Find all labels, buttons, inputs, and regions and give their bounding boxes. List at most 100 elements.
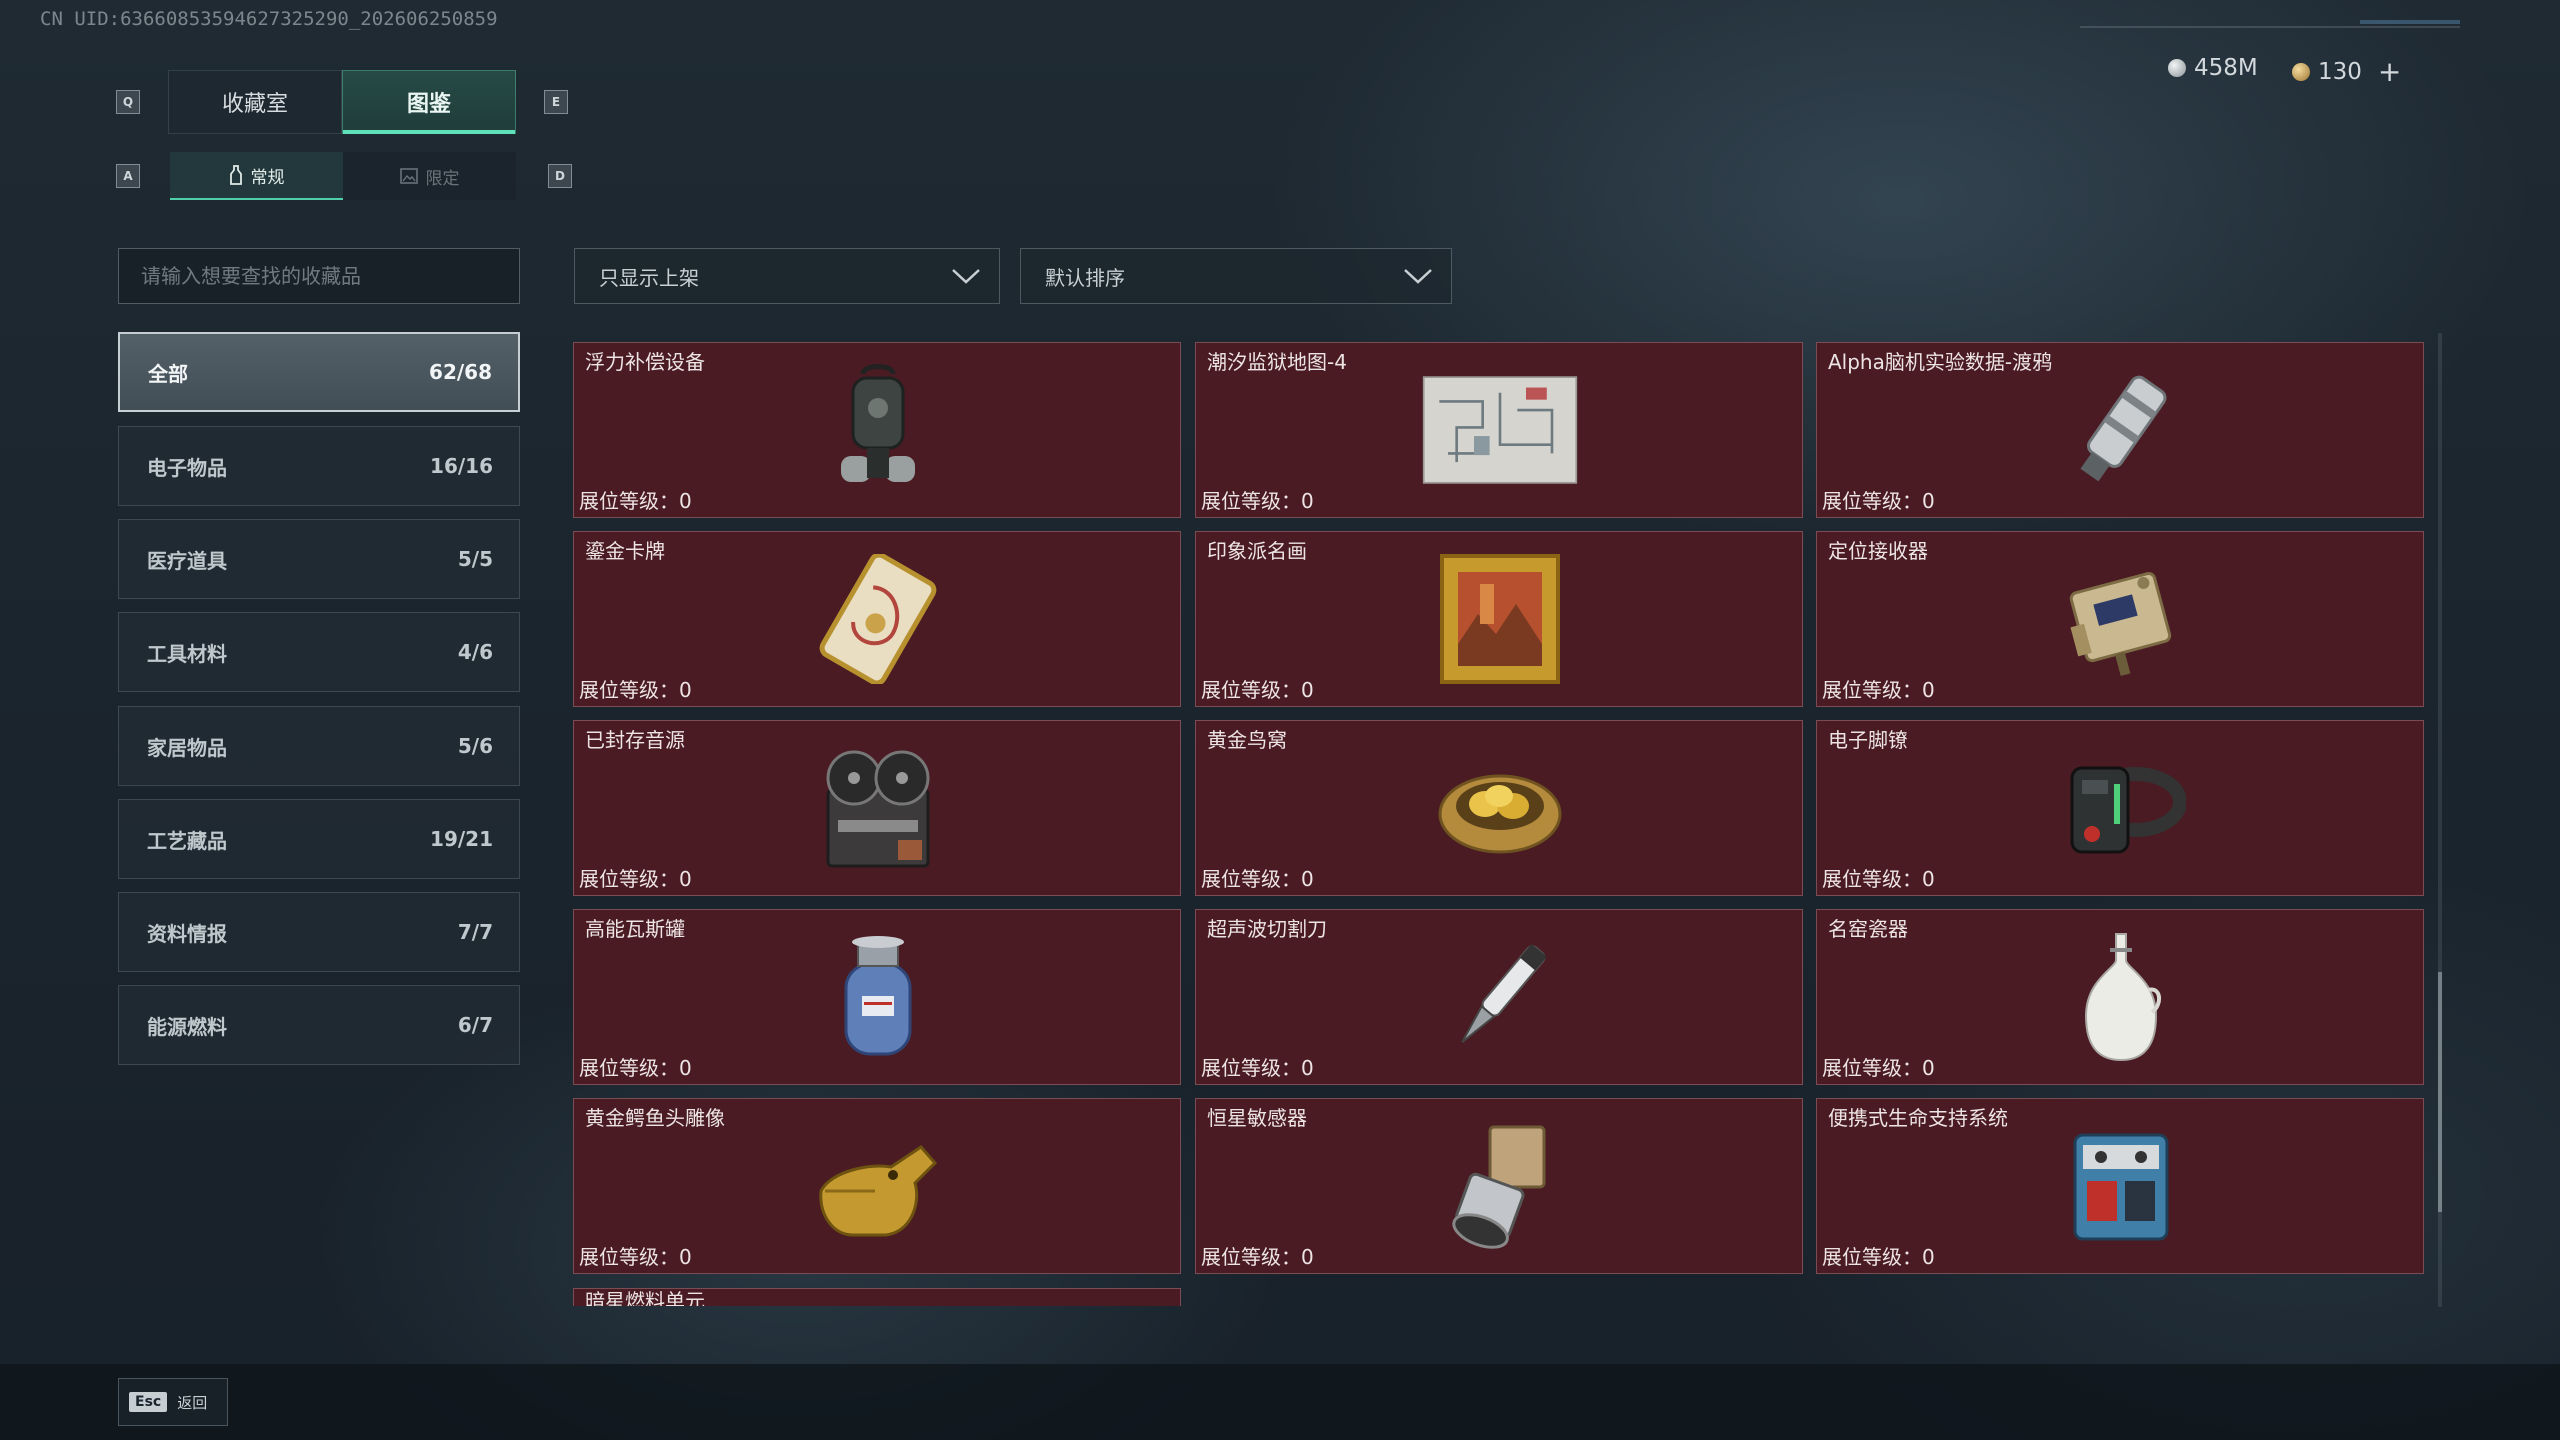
item-card[interactable]: 浮力补偿设备 展位等级：0	[573, 342, 1181, 518]
item-card[interactable]: 鎏金卡牌 展位等级：0	[573, 531, 1181, 707]
category-energy[interactable]: 能源燃料 6/7	[118, 985, 520, 1065]
item-level: 展位等级：0	[579, 489, 692, 513]
item-card[interactable]: 恒星敏感器 展位等级：0	[1195, 1098, 1803, 1274]
category-label: 工具材料	[147, 641, 227, 666]
image-icon	[399, 168, 418, 184]
category-label: 工艺藏品	[147, 828, 227, 853]
category-count: 7/7	[457, 920, 493, 944]
subtab-limited[interactable]: 限定	[343, 152, 516, 200]
hotkey-q: Q	[116, 90, 140, 114]
item-name: 暗星燃料单元	[585, 1289, 705, 1306]
item-level: 展位等级：0	[1822, 678, 1935, 702]
category-household[interactable]: 家居物品 5/6	[118, 706, 520, 786]
item-card[interactable]: 名窑瓷器 展位等级：0	[1816, 909, 2424, 1085]
category-crafts[interactable]: 工艺藏品 19/21	[118, 799, 520, 879]
item-level: 展位等级：0	[1201, 867, 1314, 891]
silver-coin-icon	[2168, 59, 2186, 77]
category-all[interactable]: 全部 62/68	[118, 332, 520, 412]
item-card[interactable]: 便携式生命支持系统 展位等级：0	[1816, 1098, 2424, 1274]
chevron-down-icon	[952, 269, 980, 284]
category-medical[interactable]: 医疗道具 5/5	[118, 519, 520, 599]
sort-dropdown[interactable]: 默认排序	[1020, 248, 1452, 304]
category-count: 62/68	[429, 360, 492, 384]
item-name: 黄金鳄鱼头雕像	[585, 1106, 725, 1130]
item-card[interactable]: 暗星燃料单元	[573, 1288, 1181, 1306]
scrollbar-thumb[interactable]	[2438, 972, 2442, 1212]
subtab-label: 限定	[425, 168, 460, 189]
item-name: 印象派名画	[1207, 539, 1307, 563]
gold-currency: 130 +	[2292, 55, 2401, 88]
category-count: 5/5	[457, 547, 493, 571]
item-name: 高能瓦斯罐	[585, 917, 685, 941]
item-card[interactable]: 定位接收器 展位等级：0	[1816, 531, 2424, 707]
hotkey-e: E	[544, 90, 568, 114]
golden-nest-icon	[1422, 733, 1578, 883]
item-card[interactable]: 黄金鸟窝 展位等级：0	[1195, 720, 1803, 896]
search-input[interactable]	[118, 248, 520, 304]
painting-icon	[1422, 544, 1578, 694]
reel-recorder-icon	[800, 733, 956, 883]
category-electronics[interactable]: 电子物品 16/16	[118, 426, 520, 506]
gilded-card-icon	[800, 544, 956, 694]
item-name: Alpha脑机实验数据-渡鸦	[1828, 350, 2053, 374]
subtab-regular[interactable]: 常规	[170, 152, 343, 200]
item-level: 展位等级：0	[1201, 1245, 1314, 1269]
item-card[interactable]: 高能瓦斯罐 展位等级：0	[573, 909, 1181, 1085]
item-name: 定位接收器	[1828, 539, 1928, 563]
chevron-down-icon	[1404, 269, 1432, 284]
item-level: 展位等级：0	[1822, 1056, 1935, 1080]
ankle-monitor-icon	[2043, 733, 2199, 883]
category-tools[interactable]: 工具材料 4/6	[118, 612, 520, 692]
gold-coin-icon	[2292, 62, 2310, 81]
gas-tank-icon	[800, 922, 956, 1072]
tab-catalog[interactable]: 图鉴	[342, 70, 516, 134]
item-level: 展位等级：0	[579, 678, 692, 702]
category-count: 16/16	[430, 454, 493, 478]
category-label: 全部	[148, 361, 188, 386]
item-card[interactable]: Alpha脑机实验数据-渡鸦 展位等级：0	[1816, 342, 2424, 518]
sub-tabs: 常规 限定	[170, 152, 516, 200]
item-name: 鎏金卡牌	[585, 539, 665, 563]
subtab-label: 常规	[250, 167, 285, 188]
back-label: 返回	[177, 1393, 208, 1412]
tab-collection-room[interactable]: 收藏室	[168, 70, 342, 134]
top-divider	[2080, 26, 2460, 28]
item-card[interactable]: 电子脚镣 展位等级：0	[1816, 720, 2424, 896]
item-level: 展位等级：0	[1201, 489, 1314, 513]
item-level: 展位等级：0	[1822, 489, 1935, 513]
item-level: 展位等级：0	[1822, 867, 1935, 891]
receiver-icon	[2043, 544, 2199, 694]
add-currency-icon[interactable]: +	[2378, 55, 2401, 88]
silver-currency: 458M	[2168, 55, 2258, 81]
bottom-bar	[0, 1364, 2560, 1440]
item-level: 展位等级：0	[1201, 1056, 1314, 1080]
tab-label: 图鉴	[406, 92, 451, 117]
item-card-partial-clip: 暗星燃料单元	[573, 1288, 1181, 1306]
item-card[interactable]: 潮汐监狱地图-4 展位等级：0	[1195, 342, 1803, 518]
item-card[interactable]: 黄金鳄鱼头雕像 展位等级：0	[573, 1098, 1181, 1274]
item-name: 黄金鸟窝	[1207, 728, 1287, 752]
category-intel[interactable]: 资料情报 7/7	[118, 892, 520, 972]
display-filter-dropdown[interactable]: 只显示上架	[574, 248, 1000, 304]
category-label: 家居物品	[147, 735, 227, 760]
item-name: 已封存音源	[585, 728, 685, 752]
dropdown-value: 默认排序	[1045, 265, 1125, 290]
category-count: 19/21	[430, 827, 493, 851]
item-card[interactable]: 已封存音源 展位等级：0	[573, 720, 1181, 896]
silver-amount: 458M	[2194, 55, 2258, 81]
item-level: 展位等级：0	[1822, 1245, 1935, 1269]
item-name: 潮汐监狱地图-4	[1207, 350, 1347, 374]
porcelain-vase-icon	[2043, 922, 2199, 1072]
category-label: 资料情报	[147, 921, 227, 946]
bottle-icon	[229, 165, 242, 185]
buoyancy-device-icon	[800, 355, 956, 505]
item-level: 展位等级：0	[1201, 678, 1314, 702]
back-button[interactable]: Esc 返回	[118, 1378, 228, 1426]
category-label: 电子物品	[147, 455, 227, 480]
item-name: 电子脚镣	[1828, 728, 1908, 752]
category-count: 5/6	[457, 734, 493, 758]
hotkey-d: D	[548, 164, 572, 188]
category-count: 4/6	[457, 640, 493, 664]
item-card[interactable]: 印象派名画 展位等级：0	[1195, 531, 1803, 707]
item-card[interactable]: 超声波切割刀 展位等级：0	[1195, 909, 1803, 1085]
